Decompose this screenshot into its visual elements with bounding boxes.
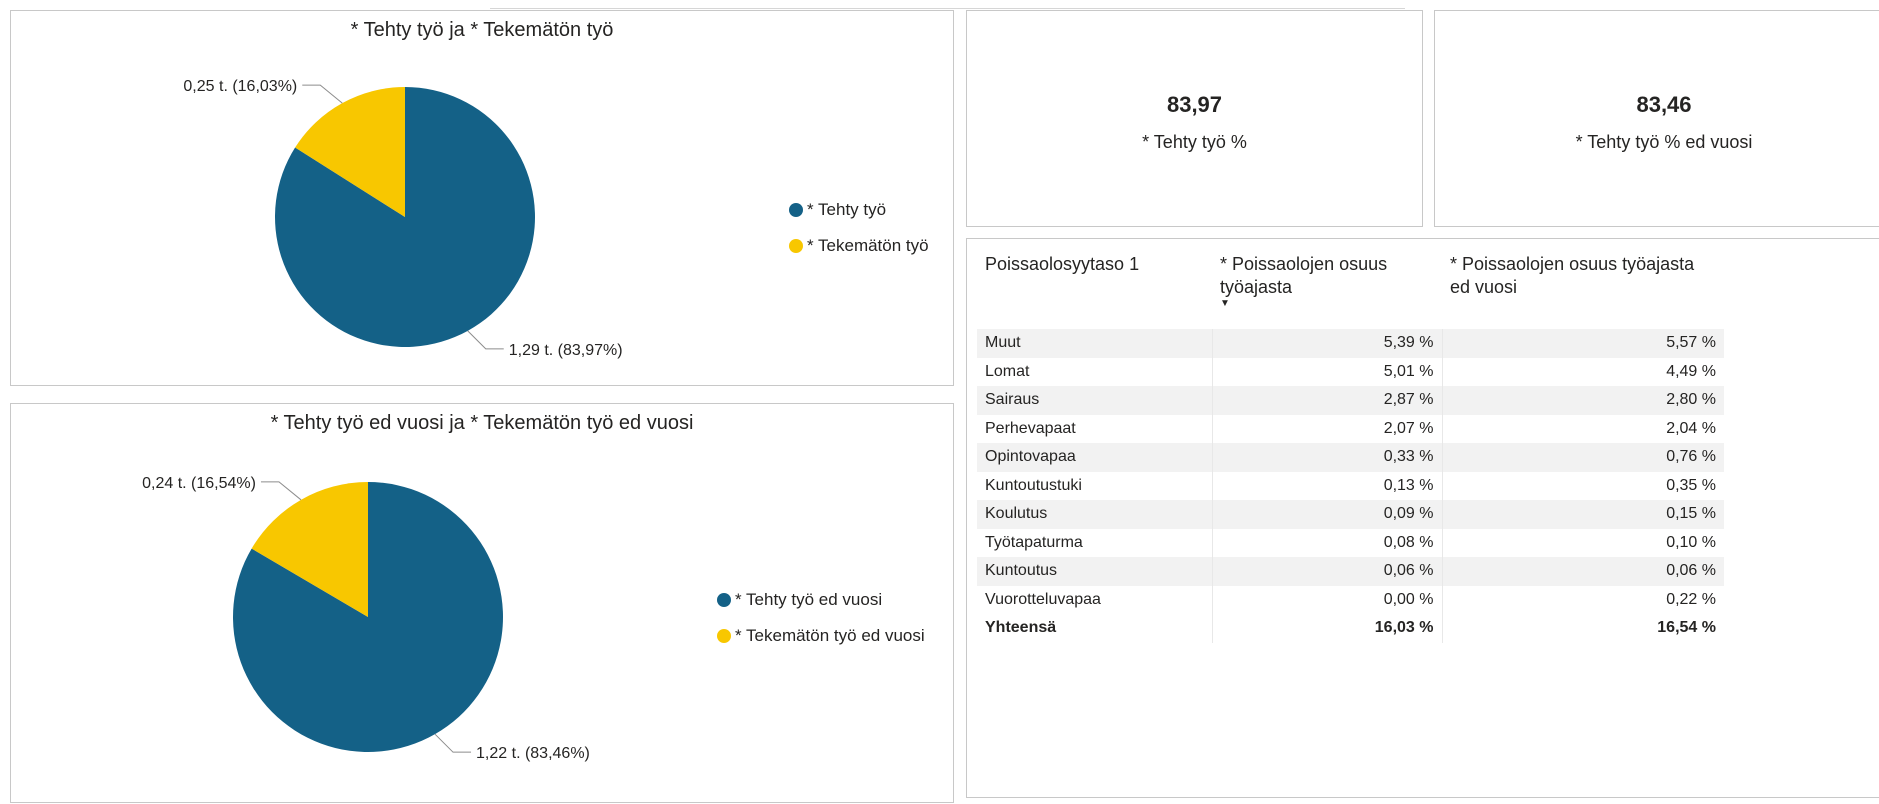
table-row[interactable]: Koulutus 0,09 % 0,15 %: [977, 500, 1724, 529]
top-divider: [490, 8, 1405, 9]
data-label-1: 0,24 t. (16,54%): [142, 475, 256, 492]
table-header-row: Poissaolosyytaso 1 * Poissaolojen osuus …: [977, 253, 1724, 329]
cell-syy: Kuntoutus: [977, 557, 1212, 586]
cell-osuus: 0,33 %: [1211, 443, 1442, 472]
cell-syy: Perhevapaat: [985, 419, 1076, 437]
legend-dot-tekematon-ed: [717, 629, 731, 643]
cell-osuus-ed: 5,57 %: [1441, 329, 1724, 358]
cell-syy: Lomat: [985, 362, 1030, 380]
legend-item-tehty-ed[interactable]: * Tehty työ ed vuosi: [717, 582, 925, 618]
cell-osuus-ed: 2,04 %: [1441, 414, 1724, 443]
cell-osuus: 5,39 %: [1211, 329, 1442, 358]
cell-total-osuus-ed: 16,54 %: [1441, 614, 1724, 643]
cell-syy: Muut: [977, 329, 1212, 358]
column-header-osuus-ed-label: * Poissaolojen osuus työajasta ed vuosi: [1450, 254, 1695, 297]
legend-label-tehty: * Tehty työ: [807, 200, 887, 219]
cell-osuus-ed: 0,15 %: [1441, 500, 1724, 529]
kpi-value-tehty: 83,97: [1166, 92, 1223, 117]
kpi-card-tehty[interactable]: 83,97 * Tehty työ %: [966, 10, 1423, 227]
column-header-osuus-label: * Poissaolojen osuus työajasta: [1220, 254, 1388, 297]
legend-label-tehty-ed: * Tehty työ ed vuosi: [735, 590, 883, 609]
table-row[interactable]: Opintovapaa 0,33 % 0,76 %: [977, 443, 1724, 472]
table-row[interactable]: Muut 5,39 % 5,57 %: [977, 329, 1724, 358]
table-row[interactable]: Lomat 5,01 % 4,49 %: [977, 357, 1724, 386]
pie-chart-panel-2[interactable]: * Tehty työ ed vuosi ja * Tekemätön työ …: [10, 403, 954, 803]
table-row[interactable]: Kuntoutus 0,06 % 0,06 %: [977, 557, 1724, 586]
sort-descending-icon[interactable]: ▼: [1220, 299, 1434, 309]
absence-table-panel[interactable]: Poissaolosyytaso 1 * Poissaolojen osuus …: [966, 238, 1879, 798]
cell-osuus: 0,00 %: [1211, 585, 1442, 614]
leader-line-1: [302, 84, 343, 104]
cell-osuus: 2,87 %: [1211, 386, 1442, 415]
cell-osuus: 0,08 %: [1211, 528, 1442, 557]
legend-1: * Tehty työ * Tekemätön työ: [789, 192, 929, 264]
legend-label-tekematon-ed: * Tekemätön työ ed vuosi: [735, 626, 925, 645]
legend-item-tehty[interactable]: * Tehty työ: [789, 192, 929, 228]
cell-osuus-ed: 0,35 %: [1441, 471, 1724, 500]
kpi-label-tehty-ed: * Tehty työ % ed vuosi: [1575, 132, 1753, 152]
kpi-card-tehty-ed[interactable]: 83,46 * Tehty työ % ed vuosi: [1434, 10, 1879, 227]
table-row[interactable]: Työtapaturma 0,08 % 0,10 %: [977, 528, 1724, 557]
legend-item-tekematon-ed[interactable]: * Tekemätön työ ed vuosi: [717, 618, 925, 654]
cell-syy: Vuorotteluvapaa: [985, 590, 1101, 608]
cell-syy: Opintovapaa: [977, 443, 1212, 472]
table-body: Muut 5,39 % 5,57 % Lomat 5,01 % 4,49 % Sairaus…: [977, 329, 1724, 643]
column-header-osuus-ed[interactable]: * Poissaolojen osuus työajasta ed vuosi: [1442, 253, 1724, 329]
table-row[interactable]: Perhevapaat 2,07 % 2,04 %: [977, 414, 1724, 443]
column-header-syy-label: Poissaolosyytaso 1: [985, 254, 1140, 274]
cell-osuus: 0,09 %: [1211, 500, 1442, 529]
legend-label-tekematon: * Tekemätön työ: [807, 236, 929, 255]
cell-syy: Työtapaturma: [985, 533, 1083, 551]
cell-osuus: 5,01 %: [1211, 357, 1442, 386]
column-header-osuus[interactable]: * Poissaolojen osuus työajasta ▼: [1212, 253, 1442, 329]
cell-syy: Sairaus: [977, 386, 1212, 415]
kpi-label-tehty: * Tehty työ %: [1142, 132, 1247, 152]
cell-osuus-ed: 4,49 %: [1441, 357, 1724, 386]
leader-line-0: [434, 733, 472, 753]
pie-chart-panel-1[interactable]: * Tehty työ ja * Tekemätön työ 1,29 t. (…: [10, 10, 954, 386]
legend-dot-tehty-ed: [717, 593, 731, 607]
legend-dot-tekematon: [789, 239, 803, 253]
cell-osuus-ed: 0,06 %: [1441, 557, 1724, 586]
legend-item-tekematon[interactable]: * Tekemätön työ: [789, 228, 929, 264]
cell-syy: Kuntoutustuki: [985, 476, 1082, 494]
cell-osuus: 2,07 %: [1211, 414, 1442, 443]
cell-total-osuus: 16,03 %: [1211, 614, 1442, 643]
table-total-row[interactable]: Yhteensä 16,03 % 16,54 %: [977, 614, 1724, 643]
legend-dot-tehty: [789, 203, 803, 217]
kpi-value-tehty-ed: 83,46: [1636, 92, 1692, 117]
legend-2: * Tehty työ ed vuosi * Tekemätön työ ed …: [717, 582, 925, 654]
cell-osuus-ed: 0,22 %: [1441, 585, 1724, 614]
cell-total-label: Yhteensä: [985, 619, 1057, 637]
data-label-0: 1,22 t. (83,46%): [476, 745, 590, 762]
cell-osuus-ed: 0,76 %: [1441, 443, 1724, 472]
column-header-syy[interactable]: Poissaolosyytaso 1: [977, 253, 1212, 329]
data-label-1: 0,25 t. (16,03%): [183, 78, 297, 95]
cell-osuus: 0,13 %: [1211, 471, 1442, 500]
leader-line-0: [467, 330, 504, 350]
cell-osuus-ed: 0,10 %: [1441, 528, 1724, 557]
cell-osuus: 0,06 %: [1211, 557, 1442, 586]
table-row[interactable]: Kuntoutustuki 0,13 % 0,35 %: [977, 471, 1724, 500]
table-row[interactable]: Vuorotteluvapaa 0,00 % 0,22 %: [977, 585, 1724, 614]
absence-table: Poissaolosyytaso 1 * Poissaolojen osuus …: [977, 253, 1724, 643]
leader-line-1: [260, 481, 302, 501]
data-label-0: 1,29 t. (83,97%): [509, 342, 623, 359]
cell-syy: Koulutus: [977, 500, 1212, 529]
table-row[interactable]: Sairaus 2,87 % 2,80 %: [977, 386, 1724, 415]
cell-osuus-ed: 2,80 %: [1441, 386, 1724, 415]
